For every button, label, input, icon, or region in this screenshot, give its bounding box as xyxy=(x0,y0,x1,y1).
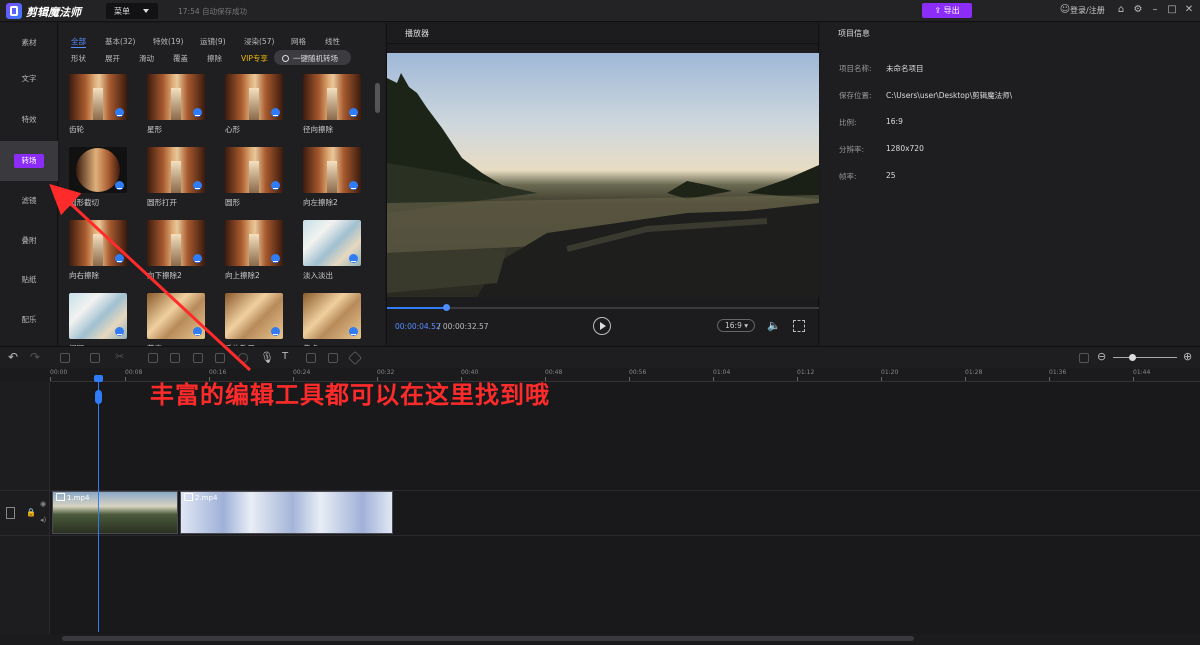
annotation-text: 丰富的编辑工具都可以在这里找到哦 xyxy=(150,381,550,409)
download-icon[interactable] xyxy=(193,181,202,190)
download-icon[interactable] xyxy=(271,181,280,190)
download-icon[interactable] xyxy=(271,254,280,263)
annotation-arrow xyxy=(49,183,252,372)
download-icon[interactable] xyxy=(115,327,124,336)
download-icon[interactable] xyxy=(349,327,358,336)
download-icon[interactable] xyxy=(193,254,202,263)
download-icon[interactable] xyxy=(115,108,124,117)
download-icon[interactable] xyxy=(349,254,358,263)
clip-name: 2.mp4 xyxy=(184,493,217,502)
download-icon[interactable] xyxy=(193,327,202,336)
download-icon[interactable] xyxy=(193,108,202,117)
clip-name: 1.mp4 xyxy=(56,493,89,502)
download-icon[interactable] xyxy=(115,254,124,263)
download-icon[interactable] xyxy=(115,181,124,190)
download-icon[interactable] xyxy=(349,181,358,190)
download-icon[interactable] xyxy=(271,108,280,117)
download-icon[interactable] xyxy=(349,108,358,117)
download-icon[interactable] xyxy=(271,327,280,336)
